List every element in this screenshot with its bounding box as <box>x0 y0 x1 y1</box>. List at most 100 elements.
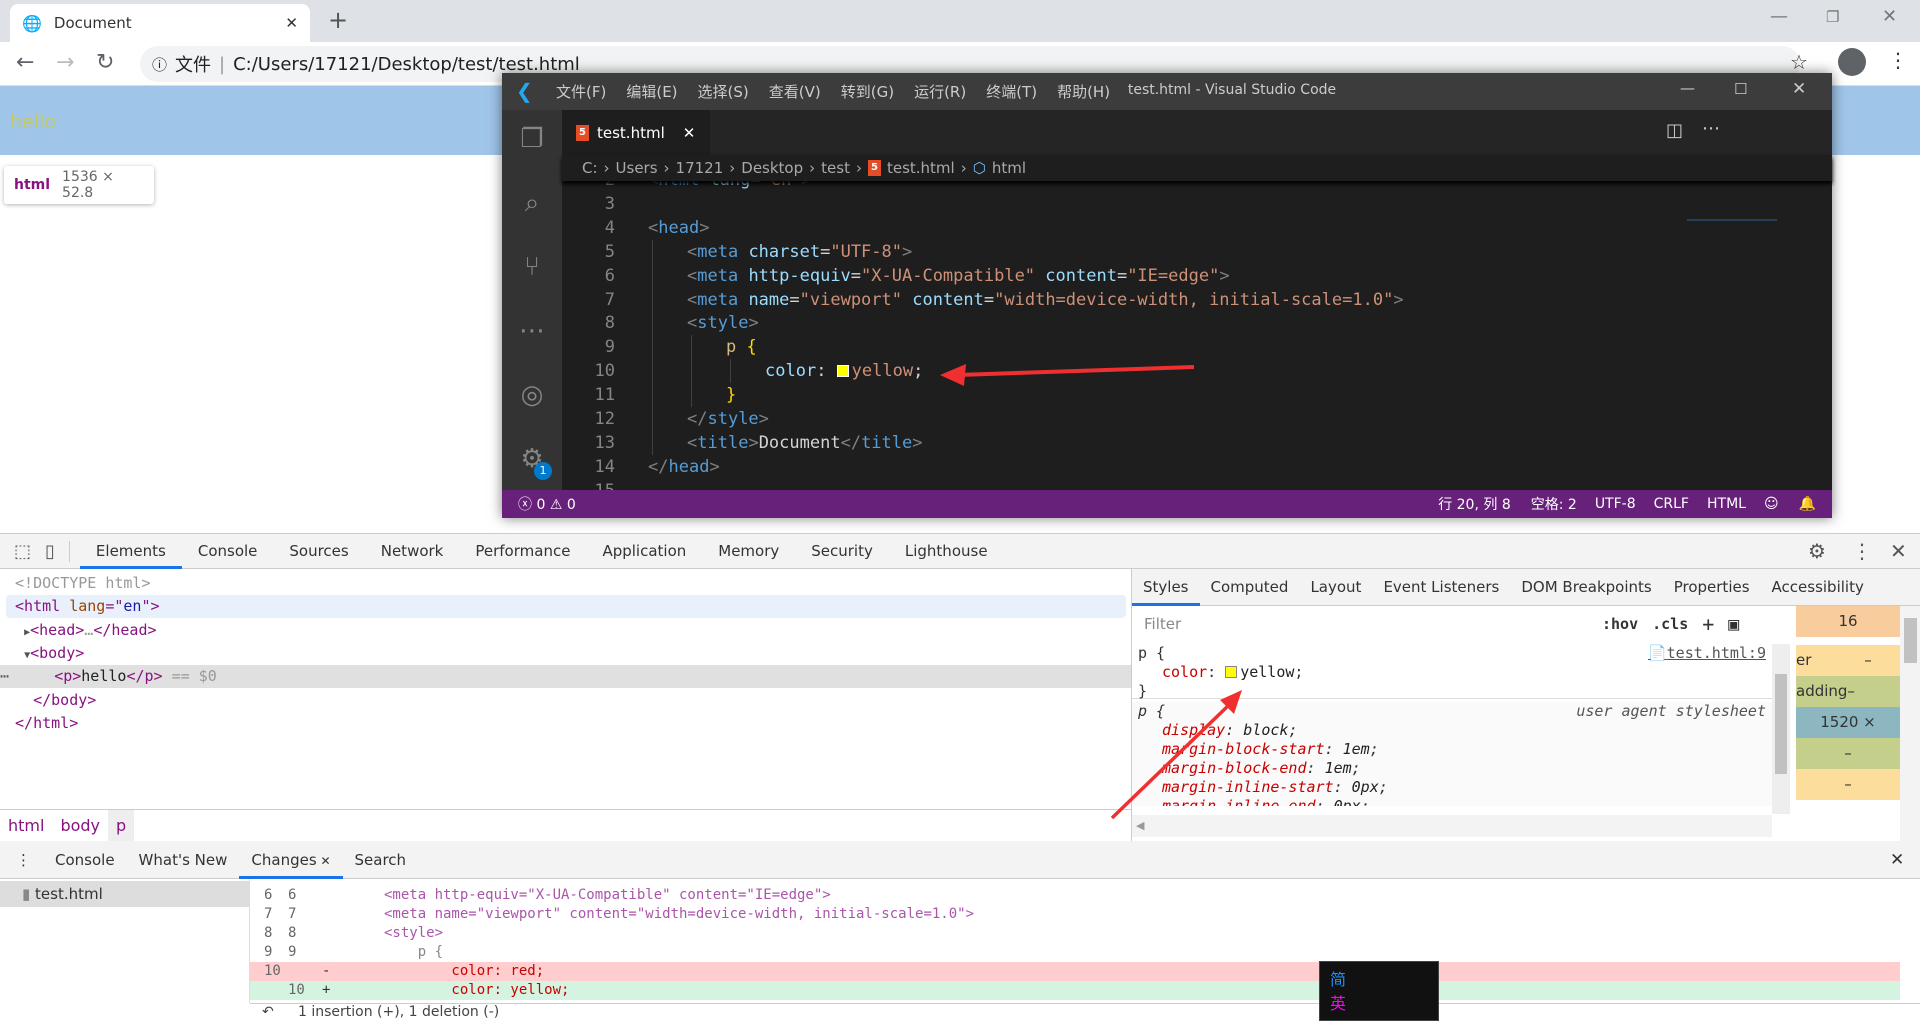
menu-item[interactable]: 运行(R) <box>914 81 966 102</box>
styles-tab[interactable]: Styles <box>1132 569 1200 606</box>
close-devtools-icon[interactable]: ✕ <box>1890 539 1907 563</box>
style-declaration[interactable]: margin-inline-start: 0px; <box>1138 778 1766 797</box>
box-model-scrollbar[interactable] <box>1900 606 1920 841</box>
property-value[interactable]: yellow <box>1240 663 1294 681</box>
code-line[interactable]: 13 <title>Document</title> <box>562 430 1762 455</box>
indent-status[interactable]: 空格: 2 <box>1531 494 1577 514</box>
box-model-value[interactable]: – <box>1836 645 1900 676</box>
revert-icon[interactable]: ↶ <box>262 1004 274 1020</box>
color-swatch[interactable] <box>1225 666 1238 678</box>
errors-status[interactable]: ⓧ 0 ⚠ 0 <box>518 494 576 514</box>
box-model-value[interactable]: – <box>1796 769 1900 800</box>
dom-node[interactable]: ▼<body> <box>6 642 1126 665</box>
code-line[interactable]: 8 <style> <box>562 311 1762 336</box>
minimize-button[interactable]: — <box>1770 6 1788 27</box>
styles-tab[interactable]: DOM Breakpoints <box>1510 569 1662 606</box>
box-model-value[interactable]: 16 <box>1796 606 1900 637</box>
ime-widget[interactable]: 简 英 <box>1319 961 1439 1021</box>
style-declaration[interactable]: margin-inline-end: 0px; <box>1138 797 1766 806</box>
ellipsis-icon[interactable]: ⋯ <box>0 667 18 685</box>
split-editor-icon[interactable]: ◫ <box>1666 120 1683 141</box>
reload-icon[interactable]: ↻ <box>96 50 114 75</box>
drawer-menu-icon[interactable]: ⋮ <box>0 851 43 869</box>
tab-memory[interactable]: Memory <box>702 534 795 569</box>
language-status[interactable]: HTML <box>1707 496 1746 512</box>
profile-avatar[interactable] <box>1838 48 1866 76</box>
styles-tab[interactable]: Properties <box>1663 569 1761 606</box>
tab-security[interactable]: Security <box>795 534 889 569</box>
drawer-tab[interactable]: Changes ✕ <box>239 841 343 879</box>
code-line[interactable]: 2 <html lang="en"> <box>562 181 1762 192</box>
kebab-menu-icon[interactable]: ⋮ <box>1888 48 1908 72</box>
close-tab-icon[interactable]: ✕ <box>285 14 298 32</box>
styles-tab[interactable]: Accessibility <box>1761 569 1875 606</box>
tab-network[interactable]: Network <box>365 534 460 569</box>
search-icon[interactable]: ⌕ <box>517 188 547 218</box>
drawer-tab[interactable]: Console <box>43 841 127 879</box>
box-model-value[interactable]: er <box>1796 645 1836 676</box>
drawer-tab[interactable]: What's New <box>127 841 240 879</box>
code-line[interactable]: 10 color: yellow; <box>562 359 1762 384</box>
eol-status[interactable]: CRLF <box>1654 496 1689 512</box>
close-window-button[interactable]: ✕ <box>1882 6 1897 27</box>
settings-gear-icon[interactable]: ⚙ <box>1808 539 1826 563</box>
dom-node[interactable]: ⋯ <p>hello</p> == $0 <box>0 665 1131 689</box>
breadcrumb-item[interactable]: test.html <box>887 159 955 177</box>
cls-toggle[interactable]: .cls <box>1652 615 1688 633</box>
code-line[interactable]: 3 <box>562 192 1762 216</box>
feedback-icon[interactable]: ☺ <box>1764 496 1779 512</box>
dom-node[interactable]: </body> <box>6 689 1126 712</box>
more-actions-icon[interactable]: ⋯ <box>1702 118 1720 139</box>
tab-performance[interactable]: Performance <box>459 534 586 569</box>
device-toggle-icon[interactable]: ▯ <box>39 540 70 562</box>
new-tab-button[interactable]: + <box>328 6 348 34</box>
breadcrumb-item[interactable]: Users <box>616 159 658 177</box>
code-line[interactable]: 11} <box>562 383 1762 408</box>
property-name[interactable]: color <box>1162 663 1207 681</box>
minimap[interactable] <box>1687 186 1777 221</box>
minimize-button[interactable]: — <box>1680 79 1695 97</box>
source-control-icon[interactable]: ⑂ <box>517 252 547 282</box>
hov-toggle[interactable]: :hov <box>1602 615 1638 633</box>
tab-application[interactable]: Application <box>586 534 702 569</box>
code-line[interactable]: 9 p { <box>562 335 1762 360</box>
horizontal-scrollbar[interactable]: ◀ <box>1132 815 1772 837</box>
rule-source-link[interactable]: 📄test.html:9 <box>1648 644 1766 663</box>
box-model-value[interactable]: 1520 × 20.800 <box>1796 707 1900 762</box>
close-tab-icon[interactable]: ✕ <box>683 124 696 142</box>
close-drawer-icon[interactable]: ✕ <box>1890 850 1904 870</box>
tab-console[interactable]: Console <box>182 534 274 569</box>
inspect-element-icon[interactable]: ⬚ <box>0 541 39 562</box>
encoding-status[interactable]: UTF-8 <box>1595 496 1636 512</box>
menu-item[interactable]: 编辑(E) <box>626 81 677 102</box>
style-declaration[interactable]: margin-block-start: 1em; <box>1138 740 1766 759</box>
changed-file-item[interactable]: ▮ test.html <box>0 881 249 907</box>
menu-item[interactable]: 查看(V) <box>769 81 821 102</box>
crumb-body[interactable]: body <box>52 810 108 842</box>
dom-node[interactable]: </html> <box>6 712 1126 735</box>
tab-sources[interactable]: Sources <box>273 534 364 569</box>
toggle-sidebar-icon[interactable]: ▣ <box>1728 614 1739 635</box>
editor-tab-test-html[interactable]: 5 test.html ✕ <box>562 110 710 155</box>
forward-icon[interactable]: → <box>56 50 74 75</box>
bookmark-star-icon[interactable]: ☆ <box>1790 50 1808 74</box>
style-declaration[interactable]: margin-block-end: 1em; <box>1138 759 1766 778</box>
kebab-menu-icon[interactable]: ⋮ <box>1852 539 1872 563</box>
breadcrumb-item[interactable]: Desktop <box>741 159 803 177</box>
restore-button[interactable]: ❐ <box>1826 8 1839 26</box>
breadcrumb-item[interactable]: html <box>992 159 1026 177</box>
styles-tab[interactable]: Layout <box>1299 569 1372 606</box>
menu-item[interactable]: 选择(S) <box>698 81 749 102</box>
more-icon[interactable]: ⋯ <box>517 316 547 346</box>
crumb-p[interactable]: p <box>108 809 135 842</box>
explorer-icon[interactable]: ❐ <box>517 124 547 154</box>
code-line[interactable]: 4 <head> <box>562 216 1762 240</box>
dom-tree[interactable]: <!DOCTYPE html> <html lang="en"> ▶<head>… <box>0 569 1131 809</box>
styles-filter-input[interactable]: Filter <box>1136 609 1596 639</box>
menu-item[interactable]: 文件(F) <box>556 81 606 102</box>
box-model-value[interactable]: adding– <box>1796 676 1900 707</box>
styles-tab[interactable]: Computed <box>1200 569 1300 606</box>
code-line[interactable]: 7 <meta name="viewport" content="width=de… <box>562 287 1762 312</box>
breadcrumb-item[interactable]: 17121 <box>676 159 724 177</box>
dom-node[interactable]: <html lang="en"> <box>6 595 1126 619</box>
